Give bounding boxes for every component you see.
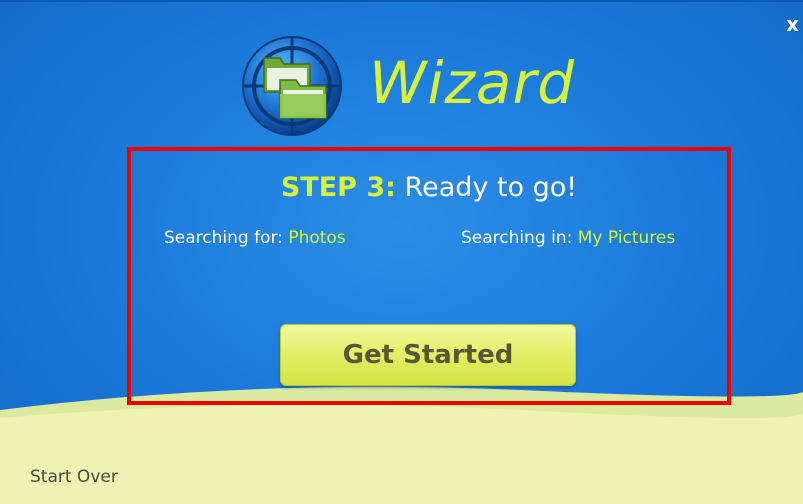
step-text: Ready to go! [404, 172, 578, 203]
wizard-window: x Wizard STEP 3: Ready to go! Searching … [0, 0, 803, 504]
searching-for-value: Photos [288, 228, 346, 248]
folders-globe-icon [240, 34, 344, 138]
get-started-button[interactable]: Get Started [280, 324, 576, 386]
searching-in-label: Searching in: [461, 228, 573, 248]
searching-in-value: My Pictures [577, 228, 676, 248]
start-over-link[interactable]: Start Over [30, 466, 118, 488]
searching-for: Searching for: Photos [164, 227, 346, 249]
searching-for-label: Searching for: [164, 228, 283, 248]
step-number-label: STEP 3: [280, 172, 396, 203]
close-button[interactable]: x [786, 14, 799, 34]
searching-in: Searching in: My Pictures [461, 227, 675, 249]
app-title: Wizard [369, 49, 576, 117]
step-heading: STEP 3: Ready to go! [127, 170, 731, 206]
